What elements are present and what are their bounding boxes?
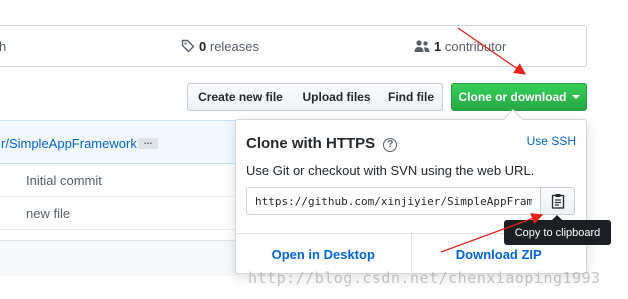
commit-message-link[interactable]: Initial commit [26,173,102,188]
open-in-desktop-link[interactable]: Open in Desktop [236,234,411,274]
commit-message-link[interactable]: new file [26,206,70,221]
contributors-link[interactable]: 1 contributor [414,39,506,54]
clone-or-download-button[interactable]: Clone or download [451,83,587,111]
readme-header-area [0,240,240,276]
clone-popover-title: Clone with HTTPS ? [246,135,398,152]
contributors-label: contributor [444,39,507,54]
releases-label: releases [209,39,259,54]
popover-arrow [503,109,523,129]
file-row: new file [0,197,250,230]
clone-title-text: Clone with HTTPS [246,135,376,152]
clone-or-download-label: Clone or download [458,90,567,104]
file-row: Initial commit [0,164,250,197]
clone-description: Use Git or checkout with SVN using the w… [246,163,535,178]
branches-link[interactable]: h [0,39,6,54]
clone-url-group [246,187,576,215]
copy-tooltip: Copy to clipboard [504,215,611,245]
contributors-count: 1 [434,39,442,54]
create-new-file-button[interactable]: Create new file [187,83,294,111]
copy-to-clipboard-button[interactable] [540,187,575,215]
clone-url-input[interactable] [246,187,541,215]
people-icon [414,40,430,52]
help-icon[interactable]: ? [383,138,398,152]
releases-count: 0 [199,39,207,54]
upload-files-button[interactable]: Upload files [293,83,381,111]
tooltip-pointer [552,215,562,220]
releases-link[interactable]: 0 releases [181,39,259,54]
branches-label-fragment: h [0,39,7,54]
clone-popover: Clone with HTTPS ? Use SSH Use Git or ch… [235,109,587,274]
caret-down-icon [571,95,580,99]
github-repo-page: h 0 releases 1 contributor Create new fi… [0,0,628,299]
watermark: http://blog.csdn.net/chenxiaoping1993 [248,269,601,287]
clipboard-icon [551,194,564,209]
copy-tooltip-text: Copy to clipboard [514,226,601,239]
use-ssh-link[interactable]: Use SSH [527,134,576,148]
find-file-button[interactable]: Find file [380,83,443,111]
commit-tease: r/SimpleAppFramework … [0,120,250,164]
expand-commit-button[interactable]: … [138,137,158,149]
repo-summary-bar: h 0 releases 1 contributor [0,25,587,67]
tag-icon [181,39,195,53]
repo-path-link[interactable]: r/SimpleAppFramework [1,136,137,151]
